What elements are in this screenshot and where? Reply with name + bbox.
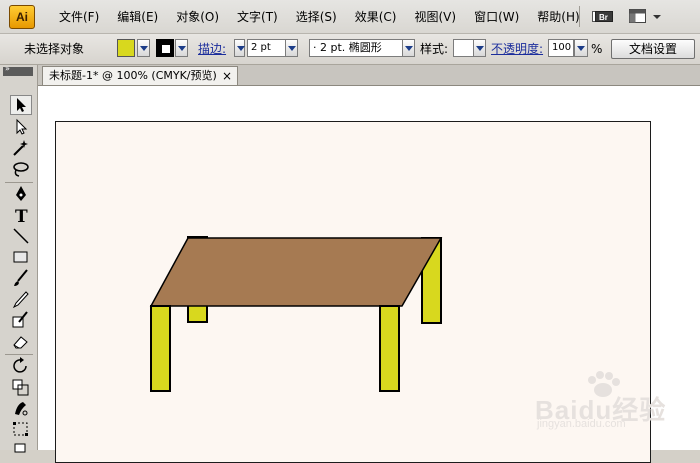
stroke-weight-stepper[interactable] xyxy=(234,39,245,57)
watermark-subtext: jingyan.baidu.com xyxy=(537,418,626,430)
style-label: 样式: xyxy=(420,42,449,56)
scale-icon xyxy=(12,379,29,396)
type-icon: T xyxy=(15,207,28,225)
lasso-icon xyxy=(13,162,29,177)
scale-tool[interactable] xyxy=(10,377,32,397)
menu-view[interactable]: 视图(V) xyxy=(405,8,465,26)
magic-wand-icon xyxy=(13,140,28,156)
symbol-sprayer-icon xyxy=(14,443,26,453)
paintbrush-tool[interactable] xyxy=(10,268,32,288)
type-tool[interactable]: T xyxy=(10,205,32,225)
close-icon[interactable]: × xyxy=(222,67,232,85)
rectangle-icon xyxy=(13,251,28,263)
arrow-icon xyxy=(17,98,26,112)
stroke-weight-dropdown[interactable] xyxy=(285,39,298,57)
workspace-switcher[interactable] xyxy=(628,8,664,25)
control-bar: 未选择对象 描边: 2 pt · 2 pt. 椭圆形 样式: 不透明度: 100… xyxy=(0,34,700,65)
warp-tool[interactable] xyxy=(10,398,32,418)
opacity-field[interactable]: 100 xyxy=(548,39,574,57)
pencil-tool[interactable] xyxy=(10,289,32,309)
document-setup-button[interactable]: 文档设置 xyxy=(611,39,695,59)
document-tab[interactable]: 未标题-1* @ 100% (CMYK/预览) × xyxy=(42,66,238,85)
stroke-panel-link[interactable]: 描边: xyxy=(198,40,226,59)
document-tab-strip: 未标题-1* @ 100% (CMYK/预览) × xyxy=(38,65,700,86)
menu-separator xyxy=(579,6,580,27)
white-arrow-icon xyxy=(16,118,28,135)
lasso-tool[interactable] xyxy=(10,159,32,179)
opacity-panel-link[interactable]: 不透明度: xyxy=(491,40,543,59)
document-tab-title: 未标题-1* @ 100% (CMYK/预览) xyxy=(49,69,217,82)
bridge-button[interactable]: Br xyxy=(592,8,614,25)
tools-panel: » T xyxy=(0,64,38,453)
front-left-leg[interactable] xyxy=(150,305,171,392)
menu-window[interactable]: 窗口(W) xyxy=(465,8,528,26)
blob-brush-tool[interactable] xyxy=(10,310,32,330)
svg-text:Br: Br xyxy=(599,13,608,22)
fill-swatch[interactable] xyxy=(117,39,135,57)
stroke-weight-field[interactable]: 2 pt xyxy=(247,39,286,57)
selection-status: 未选择对象 xyxy=(24,42,85,56)
layout-grid-icon xyxy=(629,9,661,23)
brush-profile-dropdown[interactable] xyxy=(402,39,415,57)
menu-edit[interactable]: 编辑(E) xyxy=(108,8,167,26)
free-transform-icon xyxy=(13,422,28,436)
paintbrush-icon xyxy=(14,269,28,286)
menu-bar: Ai 文件(F) 编辑(E) 对象(O) 文字(T) 选择(S) 效果(C) 视… xyxy=(0,0,700,34)
pen-icon xyxy=(16,186,26,201)
pen-tool[interactable] xyxy=(10,184,32,204)
selection-tool[interactable] xyxy=(10,95,32,115)
fill-dropdown[interactable] xyxy=(137,39,150,57)
menu-list: 文件(F) 编辑(E) 对象(O) 文字(T) 选择(S) 效果(C) 视图(V… xyxy=(50,8,589,26)
menu-type[interactable]: 文字(T) xyxy=(228,8,287,26)
brush-profile-field[interactable]: · 2 pt. 椭圆形 xyxy=(309,39,403,57)
menu-file[interactable]: 文件(F) xyxy=(50,8,108,26)
style-dropdown[interactable] xyxy=(473,39,486,57)
style-swatch[interactable] xyxy=(453,39,474,57)
rectangle-tool[interactable] xyxy=(10,247,32,267)
warp-icon xyxy=(15,402,28,416)
svg-text:T: T xyxy=(15,207,28,225)
menu-object[interactable]: 对象(O) xyxy=(167,8,228,26)
symbol-sprayer-tool[interactable] xyxy=(10,440,32,460)
line-icon xyxy=(13,228,29,244)
baidu-watermark: Baidu经验 jingyan.baidu.com xyxy=(535,370,685,440)
pencil-icon xyxy=(12,291,29,309)
eraser-tool[interactable] xyxy=(10,331,32,351)
opacity-arrow[interactable] xyxy=(574,39,588,57)
direct-selection-tool[interactable] xyxy=(10,117,32,137)
app-logo: Ai xyxy=(9,5,35,29)
free-transform-tool[interactable] xyxy=(10,419,32,439)
stroke-swatch[interactable] xyxy=(156,39,174,57)
rotate-tool[interactable] xyxy=(10,356,32,376)
line-tool[interactable] xyxy=(10,226,32,246)
menu-effect[interactable]: 效果(C) xyxy=(346,8,406,26)
rotate-icon xyxy=(13,357,27,373)
opacity-unit: % xyxy=(591,42,603,56)
blob-brush-icon xyxy=(12,311,28,328)
menu-select[interactable]: 选择(S) xyxy=(287,8,346,26)
front-right-leg[interactable] xyxy=(379,305,400,392)
tabletop[interactable] xyxy=(149,237,443,307)
bridge-icon: Br xyxy=(592,11,613,22)
tools-panel-header[interactable]: » xyxy=(3,64,33,76)
stroke-dropdown[interactable] xyxy=(175,39,188,57)
eraser-icon xyxy=(13,336,28,349)
magic-wand-tool[interactable] xyxy=(10,138,32,158)
